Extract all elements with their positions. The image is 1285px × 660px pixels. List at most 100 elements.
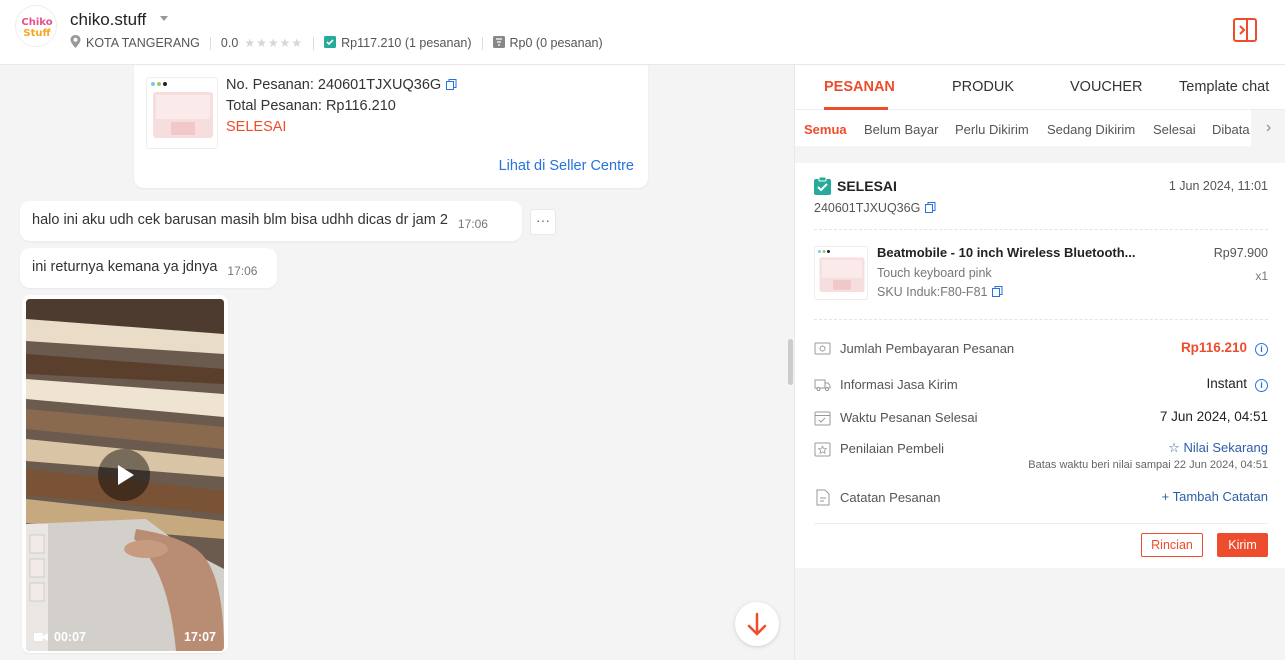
shop-total-return: Rp0 (0 pesanan)	[509, 36, 603, 50]
payment-icon	[814, 342, 831, 355]
shop-meta: KOTA TANGERANG 0.0 ★★★★★ Rp117.210 (1 pe…	[70, 35, 603, 51]
video-timestamp: 17:07	[184, 630, 216, 644]
copy-icon[interactable]	[446, 79, 457, 90]
chat-message: ini returnya kemana ya jdnya 17:06	[20, 248, 277, 288]
message-time: 17:06	[227, 264, 258, 278]
chat-header: Chiko Stuff chiko.stuff KOTA TANGERANG 0…	[0, 0, 1285, 65]
chat-area: No. Pesanan: 240601TJXUQ36G Total Pesana…	[0, 65, 794, 660]
rating-deadline-note: Batas waktu beri nilai sampai 22 Jun 202…	[1028, 459, 1268, 471]
product-price: Rp97.900	[1213, 246, 1268, 260]
payment-label: Jumlah Pembayaran Pesanan	[840, 341, 1015, 356]
divider	[209, 36, 211, 50]
payment-value: Rp116.210 i	[1181, 340, 1268, 356]
tab-pesanan[interactable]: PESANAN	[824, 79, 895, 95]
video-camera-icon	[34, 633, 48, 641]
divider	[313, 36, 315, 50]
buyer-rating-label: Penilaian Pembeli	[840, 441, 945, 456]
copy-icon[interactable]	[925, 202, 936, 213]
order-status: SELESAI	[814, 177, 897, 195]
subtab-selesai[interactable]: Selesai	[1153, 122, 1196, 137]
shop-name[interactable]: chiko.stuff	[70, 10, 146, 30]
order-total: Total Pesanan: Rp116.210	[226, 98, 396, 114]
chevron-right-icon[interactable]: ›	[1251, 110, 1285, 146]
video-message[interactable]: 00:07 17:07	[22, 295, 228, 653]
play-icon[interactable]	[98, 449, 150, 501]
return-box-icon	[492, 35, 505, 51]
message-text: halo ini aku udh cek barusan masih blm b…	[32, 212, 448, 228]
shop-avatar[interactable]: Chiko Stuff	[15, 5, 57, 47]
rate-now-link[interactable]: ☆ Nilai Sekarang	[1168, 440, 1268, 456]
details-button[interactable]: Rincian	[1141, 533, 1203, 557]
shop-location: KOTA TANGERANG	[86, 36, 200, 50]
buyer-rating-row: Penilaian Pembeli ☆ Nilai Sekarang	[814, 439, 1268, 459]
order-note-row: Catatan Pesanan + Tambah Catatan	[814, 488, 1268, 508]
order-detail-card: SELESAI 1 Jun 2024, 11:01 240601TJXUQ36G…	[795, 163, 1285, 568]
calendar-check-icon	[814, 411, 831, 426]
rating-stars-icon: ★★★★★	[244, 36, 304, 50]
clipboard-check-icon	[814, 177, 831, 195]
product-sku: SKU Induk:F80-F81	[877, 285, 1003, 299]
info-icon[interactable]: i	[1255, 379, 1268, 392]
tab-produk[interactable]: PRODUK	[952, 79, 1014, 95]
truck-icon	[814, 379, 831, 391]
scroll-to-bottom-button[interactable]	[735, 602, 779, 646]
product-variant: Touch keyboard pink	[877, 266, 992, 280]
subtab-semua[interactable]: Semua	[804, 122, 847, 137]
shop-total-purchase: Rp117.210 (1 pesanan)	[341, 36, 472, 50]
shipping-label: Informasi Jasa Kirim	[840, 377, 958, 392]
product-quantity: x1	[1255, 269, 1268, 283]
location-pin-icon	[70, 35, 81, 51]
rating-star-icon	[814, 442, 831, 457]
order-note-label: Catatan Pesanan	[840, 490, 941, 505]
more-options-button[interactable]: ···	[530, 209, 556, 235]
divider	[481, 36, 483, 50]
completed-time-row: Waktu Pesanan Selesai 7 Jun 2024, 04:51	[814, 408, 1268, 428]
shipping-value: Instant i	[1206, 376, 1268, 392]
message-text: ini returnya kemana ya jdnya	[32, 259, 218, 275]
send-button[interactable]: Kirim	[1217, 533, 1268, 557]
chevron-down-icon[interactable]	[160, 16, 168, 21]
copy-icon[interactable]	[992, 286, 1003, 297]
star-icon: ☆	[1168, 440, 1184, 455]
divider	[814, 229, 1268, 230]
chat-message: halo ini aku udh cek barusan masih blm b…	[20, 201, 522, 241]
order-status: SELESAI	[226, 119, 287, 135]
video-duration: 00:07	[34, 630, 86, 644]
video-thumbnail: 00:07 17:07	[26, 299, 224, 651]
product-thumbnail	[146, 77, 218, 149]
plus-icon: +	[1161, 489, 1173, 504]
close-chat-icon[interactable]	[1232, 17, 1258, 43]
completed-time-label: Waktu Pesanan Selesai	[840, 410, 978, 425]
note-icon	[816, 489, 830, 506]
divider	[814, 523, 1268, 524]
divider	[814, 319, 1268, 320]
product-thumbnail	[814, 246, 868, 300]
completed-time-value: 7 Jun 2024, 04:51	[1159, 409, 1268, 424]
seller-centre-link[interactable]: Lihat di Seller Centre	[499, 158, 634, 174]
svg-text:Stuff: Stuff	[23, 28, 51, 39]
order-card[interactable]: No. Pesanan: 240601TJXUQ36G Total Pesana…	[134, 65, 648, 188]
order-status-filter: Semua Belum Bayar Perlu Dikirim Sedang D…	[795, 110, 1285, 146]
add-note-link[interactable]: + Tambah Catatan	[1162, 489, 1268, 504]
tab-voucher[interactable]: VOUCHER	[1070, 79, 1143, 95]
subtab-dibatalkan[interactable]: Dibata	[1212, 122, 1250, 137]
product-name[interactable]: Beatmobile - 10 inch Wireless Bluetooth.…	[877, 245, 1136, 260]
chat-scrollbar[interactable]	[788, 339, 793, 385]
message-time: 17:06	[457, 217, 488, 231]
tab-template-chat[interactable]: Template chat	[1179, 79, 1269, 95]
order-date: 1 Jun 2024, 11:01	[1168, 179, 1268, 193]
svg-text:Chiko: Chiko	[21, 17, 52, 28]
subtab-perlu-dikirim[interactable]: Perlu Dikirim	[955, 122, 1029, 137]
order-id: 240601TJXUQ36G	[814, 201, 936, 215]
shipping-row: Informasi Jasa Kirim Instant i	[814, 375, 1268, 395]
shop-rating: 0.0	[220, 36, 239, 50]
clipboard-check-icon	[324, 35, 337, 51]
arrow-down-icon	[747, 612, 767, 636]
subtab-belum-bayar[interactable]: Belum Bayar	[864, 122, 938, 137]
panel-tabs: PESANAN PRODUK VOUCHER Template chat	[795, 65, 1285, 110]
info-icon[interactable]: i	[1255, 343, 1268, 356]
payment-row: Jumlah Pembayaran Pesanan Rp116.210 i	[814, 339, 1268, 359]
subtab-sedang-dikirim[interactable]: Sedang Dikirim	[1047, 122, 1135, 137]
order-panel: PESANAN PRODUK VOUCHER Template chat Sem…	[794, 65, 1285, 660]
order-number: No. Pesanan: 240601TJXUQ36G	[226, 77, 457, 93]
